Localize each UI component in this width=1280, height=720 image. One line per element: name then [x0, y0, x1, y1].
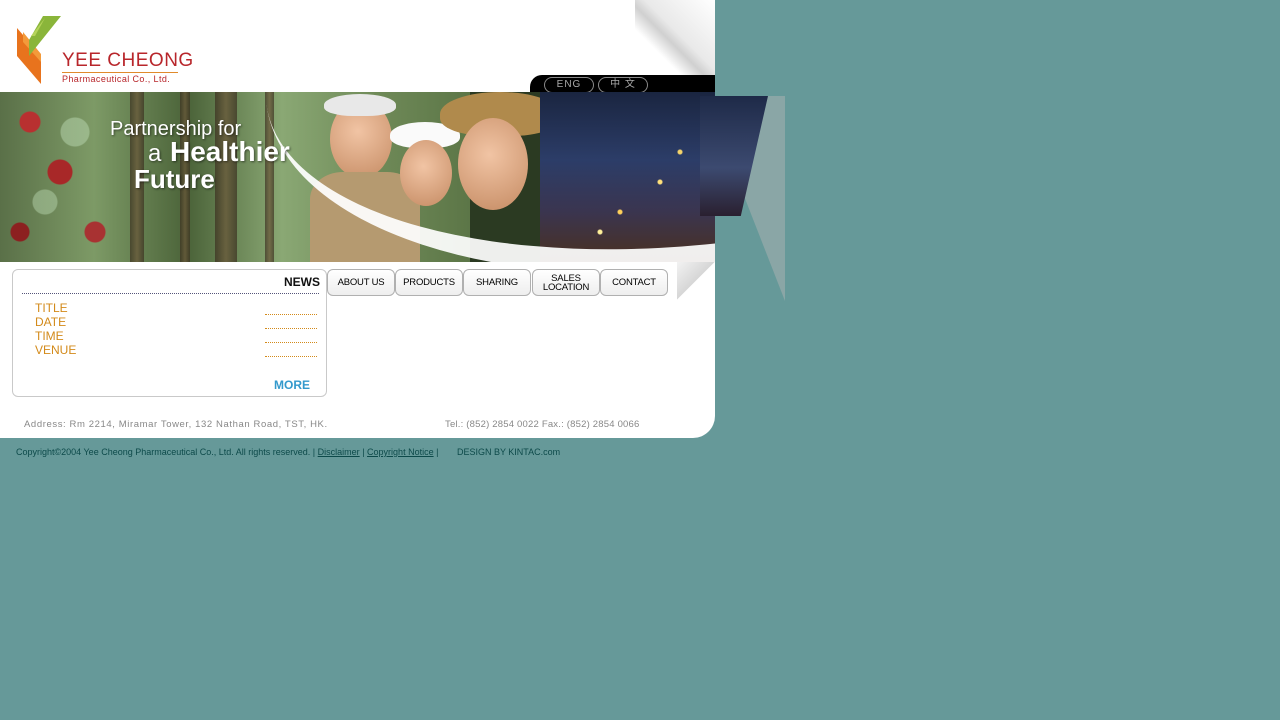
nav-about-us[interactable]: ABOUT US: [327, 269, 395, 296]
news-panel: NEWS TITLE DATE TIME VENUE MORE: [12, 269, 327, 397]
copyright-text: Copyright©2004 Yee Cheong Pharmaceutical…: [16, 447, 316, 457]
news-divider: [22, 293, 319, 294]
header-page-curl: [635, 0, 715, 76]
logo-company-subtitle: Pharmaceutical Co., Ltd.: [62, 74, 171, 84]
copyright-separator-2: |: [436, 447, 439, 457]
copyright-bar: Copyright©2004 Yee Cheong Pharmaceutical…: [16, 447, 560, 457]
logo-company-name: YEE CHEONG: [62, 50, 194, 71]
copyright-notice-link[interactable]: Copyright Notice: [367, 447, 434, 457]
news-label-date: DATE: [35, 315, 67, 329]
news-label-time: TIME: [35, 329, 64, 343]
disclaimer-link[interactable]: Disclaimer: [318, 447, 360, 457]
news-label-venue: VENUE: [35, 343, 77, 357]
header: YEE CHEONG Pharmaceutical Co., Ltd. ENG …: [0, 0, 715, 92]
leaf-logo-icon: [17, 16, 61, 84]
nav-sales-location[interactable]: SALES LOCATION: [532, 269, 600, 296]
news-value-time: [265, 342, 317, 343]
design-credit: DESIGN BY KINTAC.com: [456, 447, 561, 457]
news-heading: NEWS: [284, 275, 320, 289]
slogan-line-3: Future: [134, 164, 215, 194]
logo-divider: [62, 72, 178, 73]
site-container: YEE CHEONG Pharmaceutical Co., Ltd. ENG …: [0, 0, 715, 438]
news-label-title: TITLE: [35, 301, 68, 315]
hero-banner: Partnership for a Healthier Future: [0, 92, 715, 262]
news-more-link[interactable]: MORE: [274, 378, 310, 392]
footer-address: Address: Rm 2214, Miramar Tower, 132 Nat…: [24, 419, 328, 430]
footer-tel-fax: Tel.: (852) 2854 0022 Fax.: (852) 2854 0…: [445, 419, 640, 430]
copyright-separator: |: [362, 447, 365, 457]
news-value-venue: [265, 356, 317, 357]
news-value-title: [265, 314, 317, 315]
news-value-date: [265, 328, 317, 329]
nav-products[interactable]: PRODUCTS: [395, 269, 463, 296]
nav-sharing[interactable]: SHARING: [463, 269, 531, 296]
company-logo[interactable]: YEE CHEONG Pharmaceutical Co., Ltd.: [17, 16, 193, 86]
language-bar: ENG 中 文: [530, 75, 715, 92]
lang-chinese-button[interactable]: 中 文: [598, 77, 648, 92]
nav-contact[interactable]: CONTACT: [600, 269, 668, 296]
lang-english-button[interactable]: ENG: [544, 77, 594, 92]
